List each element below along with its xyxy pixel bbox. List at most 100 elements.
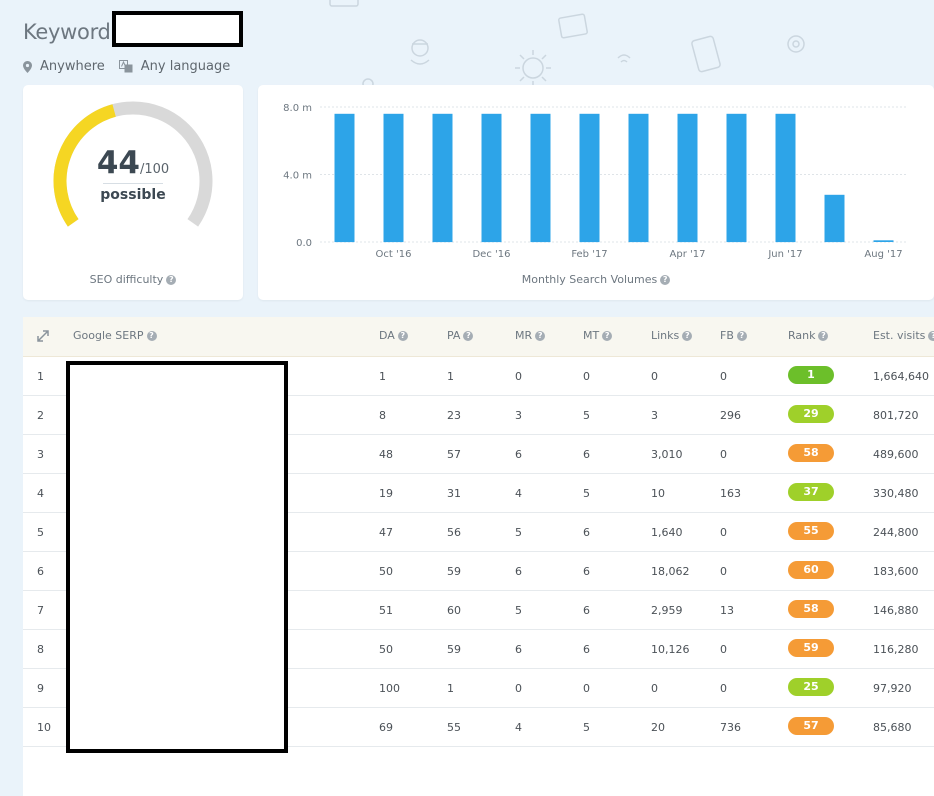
help-icon[interactable]: ?: [146, 331, 157, 341]
keyword-header: Keyword: Anywhere Any language: [23, 11, 623, 84]
col-label: Google SERP: [73, 329, 144, 342]
rank-badge: 58: [788, 600, 834, 618]
help-icon[interactable]: ?: [928, 331, 934, 341]
cell-links: 0: [651, 682, 658, 695]
col-label: Est. visits: [873, 329, 926, 342]
help-icon[interactable]: ?: [166, 275, 177, 285]
cell-da: 8: [379, 409, 386, 422]
table-header: Google SERP? DA? PA? MR? MT? Links? FB? …: [23, 317, 934, 357]
cell-est-visits: 183,600: [873, 565, 919, 578]
bar: [481, 113, 502, 243]
help-icon[interactable]: ?: [682, 331, 693, 341]
location-filter[interactable]: Anywhere: [23, 59, 105, 74]
help-icon[interactable]: ?: [463, 331, 474, 341]
cell-links: 1,640: [651, 526, 683, 539]
cell-pa: 59: [447, 643, 461, 656]
cell-fb: 0: [720, 643, 727, 656]
row-number: 1: [37, 370, 44, 383]
seo-difficulty-card: 44/100 possible SEO difficulty?: [23, 85, 243, 300]
bar: [530, 113, 551, 243]
rank-badge: 37: [788, 483, 834, 501]
cell-mr: 6: [515, 565, 522, 578]
bar: [628, 113, 649, 243]
cell-links: 10: [651, 487, 665, 500]
expand-icon[interactable]: [37, 330, 49, 342]
row-number: 7: [37, 604, 44, 617]
cell-mr: 3: [515, 409, 522, 422]
rank-badge: 55: [788, 522, 834, 540]
location-pin-icon: [23, 60, 32, 73]
cell-da: 69: [379, 721, 393, 734]
cell-fb: 0: [720, 565, 727, 578]
cell-links: 18,062: [651, 565, 690, 578]
cell-mt: 6: [583, 565, 590, 578]
col-da[interactable]: DA?: [379, 329, 408, 342]
cell-da: 51: [379, 604, 393, 617]
help-icon[interactable]: ?: [602, 331, 613, 341]
help-icon[interactable]: ?: [818, 331, 829, 341]
col-mr[interactable]: MR?: [515, 329, 546, 342]
col-rank[interactable]: Rank?: [788, 329, 829, 342]
difficulty-gauge: [53, 101, 213, 227]
redacted-serp-results: [66, 361, 288, 753]
x-tick-label: Feb '17: [571, 249, 607, 260]
rank-badge: 58: [788, 444, 834, 462]
cell-pa: 1: [447, 370, 454, 383]
cell-fb: 0: [720, 526, 727, 539]
col-pa[interactable]: PA?: [447, 329, 474, 342]
cell-est-visits: 244,800: [873, 526, 919, 539]
cell-mt: 5: [583, 487, 590, 500]
x-tick-label: Oct '16: [376, 249, 412, 260]
location-label: Anywhere: [40, 59, 105, 74]
col-links[interactable]: Links?: [651, 329, 693, 342]
search-volume-chart: 0.0 4.0 m 8.0 m Oct '16 Dec '16 Feb '17 Apr '1…: [283, 103, 908, 260]
y-tick-label: 0.0: [296, 238, 312, 249]
cell-mt: 0: [583, 370, 590, 383]
col-fb[interactable]: FB?: [720, 329, 747, 342]
cell-pa: 60: [447, 604, 461, 617]
cell-mr: 5: [515, 604, 522, 617]
row-number: 9: [37, 682, 44, 695]
cell-mt: 6: [583, 448, 590, 461]
cell-mr: 5: [515, 526, 522, 539]
cell-links: 20: [651, 721, 665, 734]
rank-badge: 59: [788, 639, 834, 657]
col-est-visits[interactable]: Est. visits?: [873, 329, 934, 342]
redacted-keyword: [112, 11, 243, 47]
page-title: Keyword:: [23, 20, 118, 44]
cell-mt: 5: [583, 721, 590, 734]
bar: [334, 113, 355, 243]
col-label: MR: [515, 329, 533, 342]
bar: [579, 113, 600, 243]
cell-pa: 1: [447, 682, 454, 695]
x-tick-label: Jun '17: [767, 249, 802, 260]
language-label: Any language: [140, 59, 231, 74]
x-tick-label: Apr '17: [670, 249, 706, 260]
cell-da: 1: [379, 370, 386, 383]
cell-fb: 13: [720, 604, 734, 617]
seo-difficulty-text: SEO difficulty: [89, 273, 164, 286]
cell-est-visits: 330,480: [873, 487, 919, 500]
cell-mt: 5: [583, 409, 590, 422]
col-google-serp[interactable]: Google SERP?: [73, 329, 157, 342]
cell-da: 47: [379, 526, 393, 539]
col-mt[interactable]: MT?: [583, 329, 613, 342]
x-tick-label: Aug '17: [864, 249, 902, 260]
help-icon[interactable]: ?: [660, 275, 671, 285]
rank-badge: 29: [788, 405, 834, 423]
cell-mr: 6: [515, 448, 522, 461]
difficulty-score: 44/100: [23, 145, 243, 181]
row-number: 10: [37, 721, 51, 734]
help-icon[interactable]: ?: [736, 331, 747, 341]
cell-da: 50: [379, 565, 393, 578]
help-icon[interactable]: ?: [535, 331, 546, 341]
cell-da: 19: [379, 487, 393, 500]
y-tick-label: 4.0 m: [283, 171, 312, 182]
score-max: /100: [139, 162, 170, 177]
row-number: 5: [37, 526, 44, 539]
help-icon[interactable]: ?: [397, 331, 408, 341]
cell-mr: 6: [515, 643, 522, 656]
cell-fb: 0: [720, 448, 727, 461]
cell-mr: 4: [515, 487, 522, 500]
language-filter[interactable]: Any language: [118, 59, 231, 74]
